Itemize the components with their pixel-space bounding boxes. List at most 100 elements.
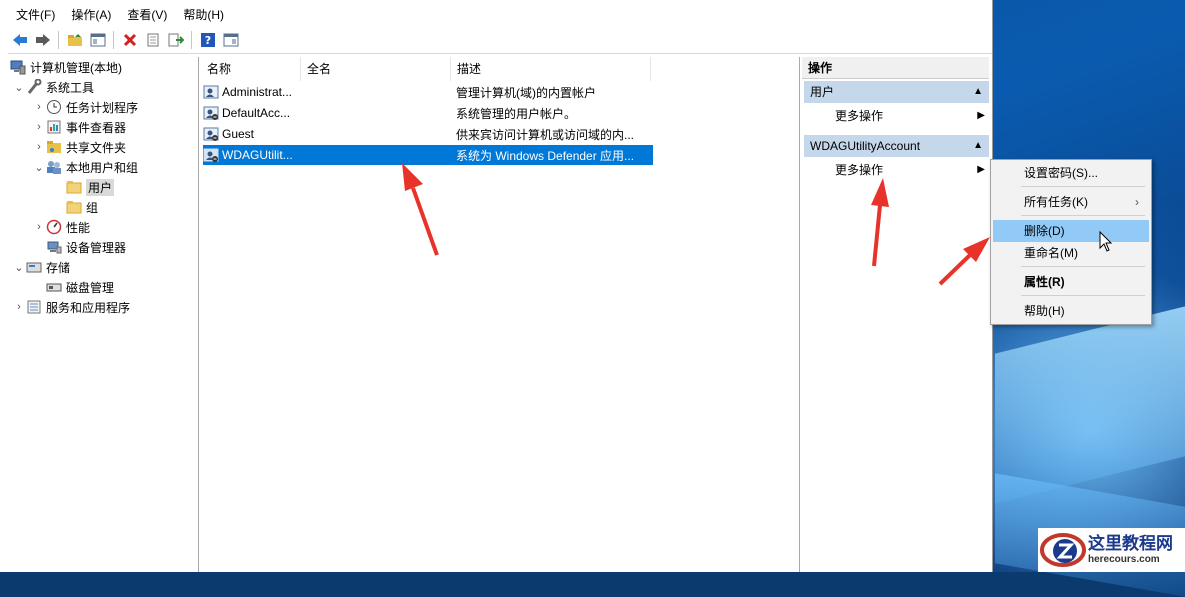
list-item[interactable]: DefaultAcc... 系统管理的用户帐户。 — [203, 103, 653, 123]
actions-pane: 操作 用户 ▲ 更多操作 ▶ WDAGUtilityAccount ▲ 更多操作… — [802, 57, 989, 572]
tree-item-label: 磁盘管理 — [66, 280, 115, 295]
menu-item-properties[interactable]: 属性(R) — [993, 271, 1149, 293]
menu-item-all-tasks[interactable]: 所有任务(K) › — [993, 191, 1149, 213]
expand-chevron-icon[interactable]: › — [32, 221, 46, 233]
tree-item-label: 性能 — [66, 220, 91, 235]
collapse-chevron-icon[interactable]: ⌄ — [12, 261, 26, 274]
tree-item-computer-management[interactable]: 计算机管理(本地) — [10, 57, 122, 77]
toolbar: ? — [8, 27, 992, 54]
action-group-selected-user[interactable]: WDAGUtilityAccount ▲ — [804, 135, 989, 157]
export-icon[interactable] — [166, 31, 185, 50]
column-header-name[interactable]: 名称 — [201, 57, 301, 81]
menu-bar: 文件(F) 操作(A) 查看(V) 帮助(H) — [8, 5, 232, 25]
delete-icon[interactable] — [120, 31, 139, 50]
tree-item-users[interactable]: 用户 — [66, 177, 115, 197]
expand-chevron-icon[interactable]: › — [32, 101, 46, 113]
show-hide-action-pane-icon[interactable] — [221, 31, 240, 50]
svg-text:?: ? — [204, 34, 210, 47]
watermark-name: 这里教程网 — [1088, 534, 1173, 554]
expand-chevron-icon[interactable]: › — [32, 141, 46, 153]
menu-separator — [1021, 186, 1145, 187]
tree-item-shared-folders[interactable]: › 共享文件夹 — [32, 137, 126, 157]
toolbar-separator — [58, 31, 59, 49]
help-icon[interactable]: ? — [198, 31, 217, 50]
event-viewer-icon — [46, 119, 62, 135]
services-apps-icon — [26, 299, 42, 315]
tree-item-system-tools[interactable]: ⌄ 系统工具 — [12, 77, 94, 97]
collapse-arrow-icon[interactable]: ▲ — [973, 135, 983, 157]
menu-help[interactable]: 帮助(H) — [175, 5, 232, 25]
user-description: 供来宾访问计算机或访问域的内... — [456, 127, 635, 142]
more-actions-item[interactable]: 更多操作 ▶ — [835, 160, 985, 180]
menu-item-rename[interactable]: 重命名(M) — [993, 242, 1149, 264]
collapse-arrow-icon[interactable]: ▲ — [973, 81, 983, 103]
menu-item-set-password[interactable]: 设置密码(S)... — [993, 162, 1149, 184]
tree-item-local-users-groups[interactable]: ⌄ 本地用户和组 — [32, 157, 138, 177]
more-actions-item[interactable]: 更多操作 ▶ — [835, 106, 985, 126]
properties-icon[interactable] — [143, 31, 162, 50]
tree-item-task-scheduler[interactable]: › 任务计划程序 — [32, 97, 138, 117]
menu-action[interactable]: 操作(A) — [63, 5, 119, 25]
user-name: DefaultAcc... — [222, 106, 291, 120]
performance-icon — [46, 219, 62, 235]
toolbar-separator — [191, 31, 192, 49]
collapse-chevron-icon[interactable]: ⌄ — [12, 81, 26, 94]
list-item[interactable]: Administrat... 管理计算机(域)的内置帐户 — [203, 82, 653, 102]
tree-item-label: 设备管理器 — [66, 240, 127, 255]
menu-separator — [1021, 266, 1145, 267]
toolbar-separator — [113, 31, 114, 49]
up-folder-icon[interactable] — [65, 31, 84, 50]
tree-item-label: 存储 — [46, 260, 71, 275]
user-description: 系统为 Windows Defender 应用... — [456, 148, 635, 163]
action-item-label: 更多操作 — [835, 109, 884, 123]
tree-item-device-manager[interactable]: 设备管理器 — [46, 237, 126, 257]
menu-file[interactable]: 文件(F) — [8, 5, 63, 25]
column-header-fullname[interactable]: 全名 — [301, 57, 451, 81]
user-disabled-icon — [203, 126, 219, 142]
tree-item-label: 事件查看器 — [66, 120, 127, 135]
tree-item-performance[interactable]: › 性能 — [32, 217, 90, 237]
list-item-selected[interactable]: WDAGUtilit... 系统为 Windows Defender 应用... — [203, 145, 653, 165]
menu-separator — [1021, 295, 1145, 296]
menu-view[interactable]: 查看(V) — [119, 5, 175, 25]
tree-item-event-viewer[interactable]: › 事件查看器 — [32, 117, 126, 137]
menu-item-delete[interactable]: 删除(D) — [993, 220, 1149, 242]
back-icon[interactable] — [10, 31, 29, 50]
context-menu: 设置密码(S)... 所有任务(K) › 删除(D) 重命名(M) 属性(R) … — [990, 159, 1152, 325]
forward-icon[interactable] — [33, 31, 52, 50]
folder-icon — [66, 179, 82, 195]
tree-item-label: 共享文件夹 — [66, 140, 127, 155]
tree-item-storage[interactable]: ⌄ 存储 — [12, 257, 70, 277]
submenu-arrow-icon: ▶ — [977, 110, 985, 121]
tree-item-label: 系统工具 — [46, 80, 95, 95]
tree-item-disk-management[interactable]: 磁盘管理 — [46, 277, 114, 297]
action-group-users[interactable]: 用户 ▲ — [804, 81, 989, 103]
column-header-description[interactable]: 描述 — [451, 57, 651, 81]
actions-pane-title: 操作 — [802, 57, 989, 79]
expand-chevron-icon[interactable]: › — [32, 121, 46, 133]
list-item[interactable]: Guest 供来宾访问计算机或访问域的内... — [203, 124, 653, 144]
tree-item-services-apps[interactable]: › 服务和应用程序 — [12, 297, 130, 317]
user-disabled-icon — [203, 105, 219, 121]
menu-item-help[interactable]: 帮助(H) — [993, 300, 1149, 322]
user-disabled-icon — [203, 147, 219, 163]
watermark-url: herecours.com — [1088, 554, 1160, 565]
tree-item-groups[interactable]: 组 — [66, 197, 98, 217]
user-name: WDAGUtilit... — [222, 148, 293, 162]
menu-item-label: 所有任务(K) — [1024, 195, 1088, 209]
action-group-title: 用户 — [810, 85, 835, 99]
tree-item-label: 用户 — [86, 178, 115, 196]
submenu-arrow-icon: ▶ — [977, 164, 985, 175]
user-description: 管理计算机(域)的内置帐户 — [456, 85, 596, 100]
expand-chevron-icon[interactable]: › — [12, 301, 26, 313]
submenu-chevron-icon: › — [1135, 195, 1139, 209]
collapse-chevron-icon[interactable]: ⌄ — [32, 161, 46, 174]
computer-management-icon — [10, 59, 26, 75]
show-hide-tree-icon[interactable] — [88, 31, 107, 50]
tree-item-label: 服务和应用程序 — [46, 300, 131, 315]
user-description: 系统管理的用户帐户。 — [456, 106, 577, 121]
watermark-logo-icon — [1038, 530, 1088, 570]
computer-management-window: 文件(F) 操作(A) 查看(V) 帮助(H) ? 计算机管理(本地) ⌄ 系统… — [0, 0, 993, 572]
action-item-label: 更多操作 — [835, 163, 884, 177]
wallpaper-light-beam — [995, 306, 1185, 504]
